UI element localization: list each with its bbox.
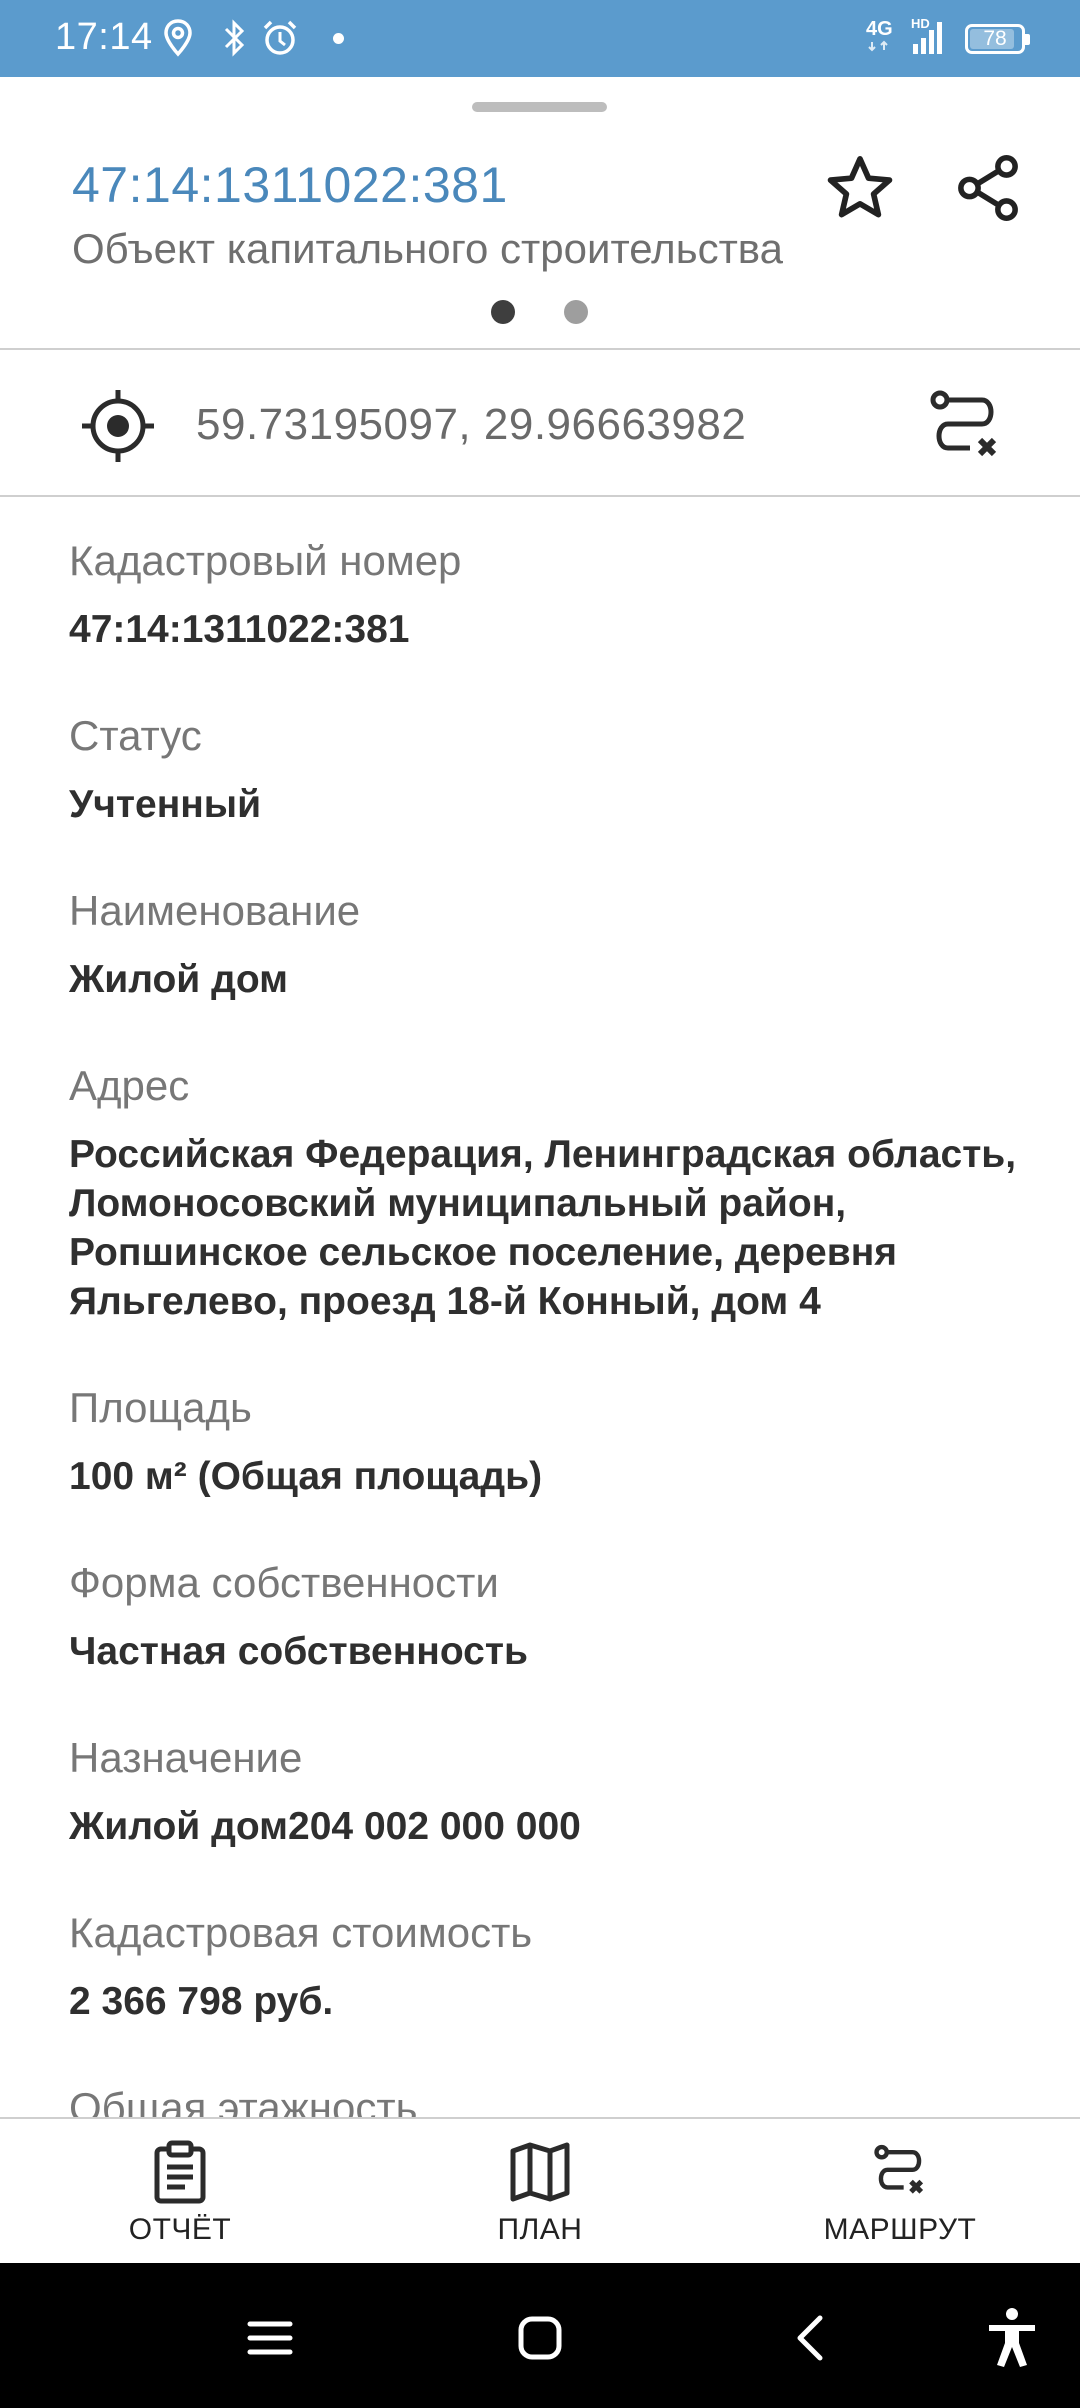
menu-button[interactable] [235, 2303, 305, 2373]
nav-plan-button[interactable]: ПЛАН [390, 2119, 690, 2265]
share-button[interactable] [948, 148, 1028, 228]
system-navigation-bar [0, 2263, 1080, 2408]
field-value: 47:14:1311022:381 [69, 608, 410, 651]
home-button[interactable] [505, 2303, 575, 2373]
field-label: Форма собственности [69, 1559, 499, 1606]
bluetooth-icon [222, 18, 246, 58]
back-button[interactable] [775, 2303, 845, 2373]
route-button[interactable] [920, 382, 1010, 472]
field-value: Учтенный [69, 783, 262, 826]
field-value: 100 м² (Общая площадь) [69, 1455, 543, 1498]
route-icon [930, 390, 997, 457]
field-name: Наименование Жилой дом [69, 885, 1059, 1004]
home-square-icon [518, 2316, 562, 2360]
status-bar: 17:14 4G HD 78 [0, 0, 1080, 77]
field-value: Частная собственность [69, 1630, 528, 1673]
coordinates-text[interactable]: 59.73195097, 29.96663982 [196, 400, 746, 450]
clipboard-icon [154, 2140, 206, 2204]
field-label: Наименование [69, 887, 361, 934]
field-label: Кадастровая стоимость [69, 1909, 533, 1956]
battery-icon: 78 [965, 24, 1030, 54]
field-label: Кадастровый номер [69, 537, 462, 584]
field-address: Адрес Российская Федерация, Ленинградска… [69, 1060, 1059, 1326]
field-purpose: Назначение Жилой дом204 002 000 000 [69, 1732, 1059, 1851]
route-icon [874, 2144, 924, 2194]
battery-level: 78 [983, 27, 1007, 50]
field-area: Площадь 100 м² (Общая площадь) [69, 1382, 1059, 1501]
star-icon [827, 156, 893, 218]
my-location-button[interactable] [78, 386, 158, 466]
hd-label: HD [911, 16, 930, 31]
pager-dot[interactable] [564, 300, 588, 324]
object-details[interactable]: Кадастровый номер 47:14:1311022:381 Стат… [0, 497, 1080, 2117]
field-label: Площадь [69, 1384, 252, 1431]
field-label: Назначение [69, 1734, 303, 1781]
field-label: Статус [69, 712, 202, 759]
field-status: Статус Учтенный [69, 710, 1059, 829]
object-type-subtitle: Объект капитального строительства [72, 225, 784, 272]
field-ownership: Форма собственности Частная собственност… [69, 1557, 1059, 1676]
accessibility-button[interactable] [977, 2303, 1047, 2373]
nav-route-button[interactable]: МАРШРУТ [750, 2119, 1050, 2265]
accessibility-icon [989, 2308, 1035, 2367]
field-floors: Общая этажность [69, 2082, 1059, 2117]
menu-icon [247, 2321, 293, 2355]
field-value: 2 366 798 руб. [69, 1980, 334, 2023]
location-icon [163, 18, 193, 58]
signal-icon: HD [908, 16, 948, 58]
field-label: Адрес [69, 1062, 190, 1109]
map-icon [510, 2142, 570, 2202]
share-icon [958, 155, 1018, 221]
header-divider [0, 348, 1080, 350]
crosshair-icon [82, 390, 154, 462]
favorite-button[interactable] [820, 148, 900, 228]
field-value: Жилой дом [69, 958, 289, 1001]
bottom-navigation: ОТЧЁТ ПЛАН МАРШРУТ [0, 2117, 1080, 2263]
network-type-icon: 4G [866, 18, 896, 58]
back-chevron-icon [797, 2315, 823, 2361]
field-value: Российская Федерация, Ленинградская обла… [69, 1133, 1017, 1323]
field-cadastral-number: Кадастровый номер 47:14:1311022:381 [69, 535, 1059, 654]
nav-report-label: ОТЧЁТ [128, 2213, 232, 2246]
alarm-icon [261, 18, 299, 58]
drag-handle[interactable] [472, 102, 607, 112]
field-label: Общая этажность [69, 2084, 418, 2117]
field-cadastral-value: Кадастровая стоимость 2 366 798 руб. [69, 1907, 1059, 2026]
notification-dot [333, 33, 344, 44]
object-id-title: 47:14:1311022:381 [72, 157, 508, 213]
nav-report-button[interactable]: ОТЧЁТ [30, 2119, 330, 2265]
network-type-label: 4G [866, 18, 893, 40]
status-time: 17:14 [55, 16, 153, 58]
nav-plan-label: ПЛАН [497, 2213, 583, 2246]
pager-dot-active[interactable] [491, 300, 515, 324]
field-value: Жилой дом204 002 000 000 [69, 1805, 581, 1848]
nav-route-label: МАРШРУТ [823, 2213, 977, 2246]
